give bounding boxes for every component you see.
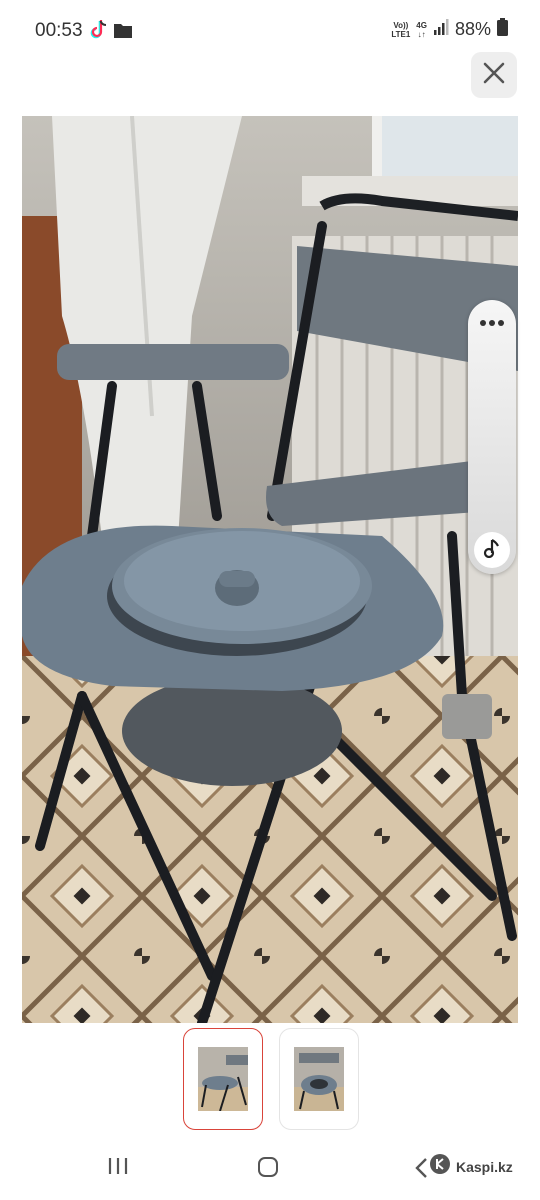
thumbnail-1[interactable] [183,1028,263,1130]
folder-icon [114,22,132,43]
data-arrows-icon: ↓↑ [417,29,426,39]
recents-icon[interactable] [106,1156,130,1181]
thumbnail-2-image [294,1047,344,1111]
volte-label: Vo)) [393,20,409,30]
home-icon[interactable] [258,1157,278,1177]
network-type: 4G ↓↑ [416,21,427,39]
thumbnail-2[interactable] [279,1028,359,1130]
music-note-icon [483,538,501,563]
status-bar: 00:53 Vo)) LTE1 4G ↓↑ 88% [0,0,540,62]
music-button[interactable] [474,532,510,568]
brand-watermark: Kaspi.kz [430,1154,513,1179]
navigation-bar: Kaspi.kz [0,1140,540,1200]
product-photo[interactable] [22,116,518,1023]
back-icon[interactable] [414,1157,428,1184]
kaspi-logo-icon [430,1154,450,1179]
tiktok-icon [90,20,108,45]
battery-level: 88% [454,19,491,39]
side-panel [468,300,516,574]
lte-label: LTE1 [391,29,411,39]
signal-icon [433,19,449,40]
battery-icon [497,18,508,41]
network-type-label: 4G [416,20,427,30]
network-label: Vo)) LTE1 [391,21,410,39]
close-button[interactable] [471,52,517,98]
thumbnail-1-image [198,1047,248,1111]
more-horizontal-icon [479,314,505,332]
close-icon [483,62,505,89]
more-options-button[interactable] [468,308,516,338]
status-indicators: Vo)) LTE1 4G ↓↑ 88% [391,18,508,41]
brand-name: Kaspi.kz [456,1158,513,1175]
status-time: 00:53 [35,20,83,41]
